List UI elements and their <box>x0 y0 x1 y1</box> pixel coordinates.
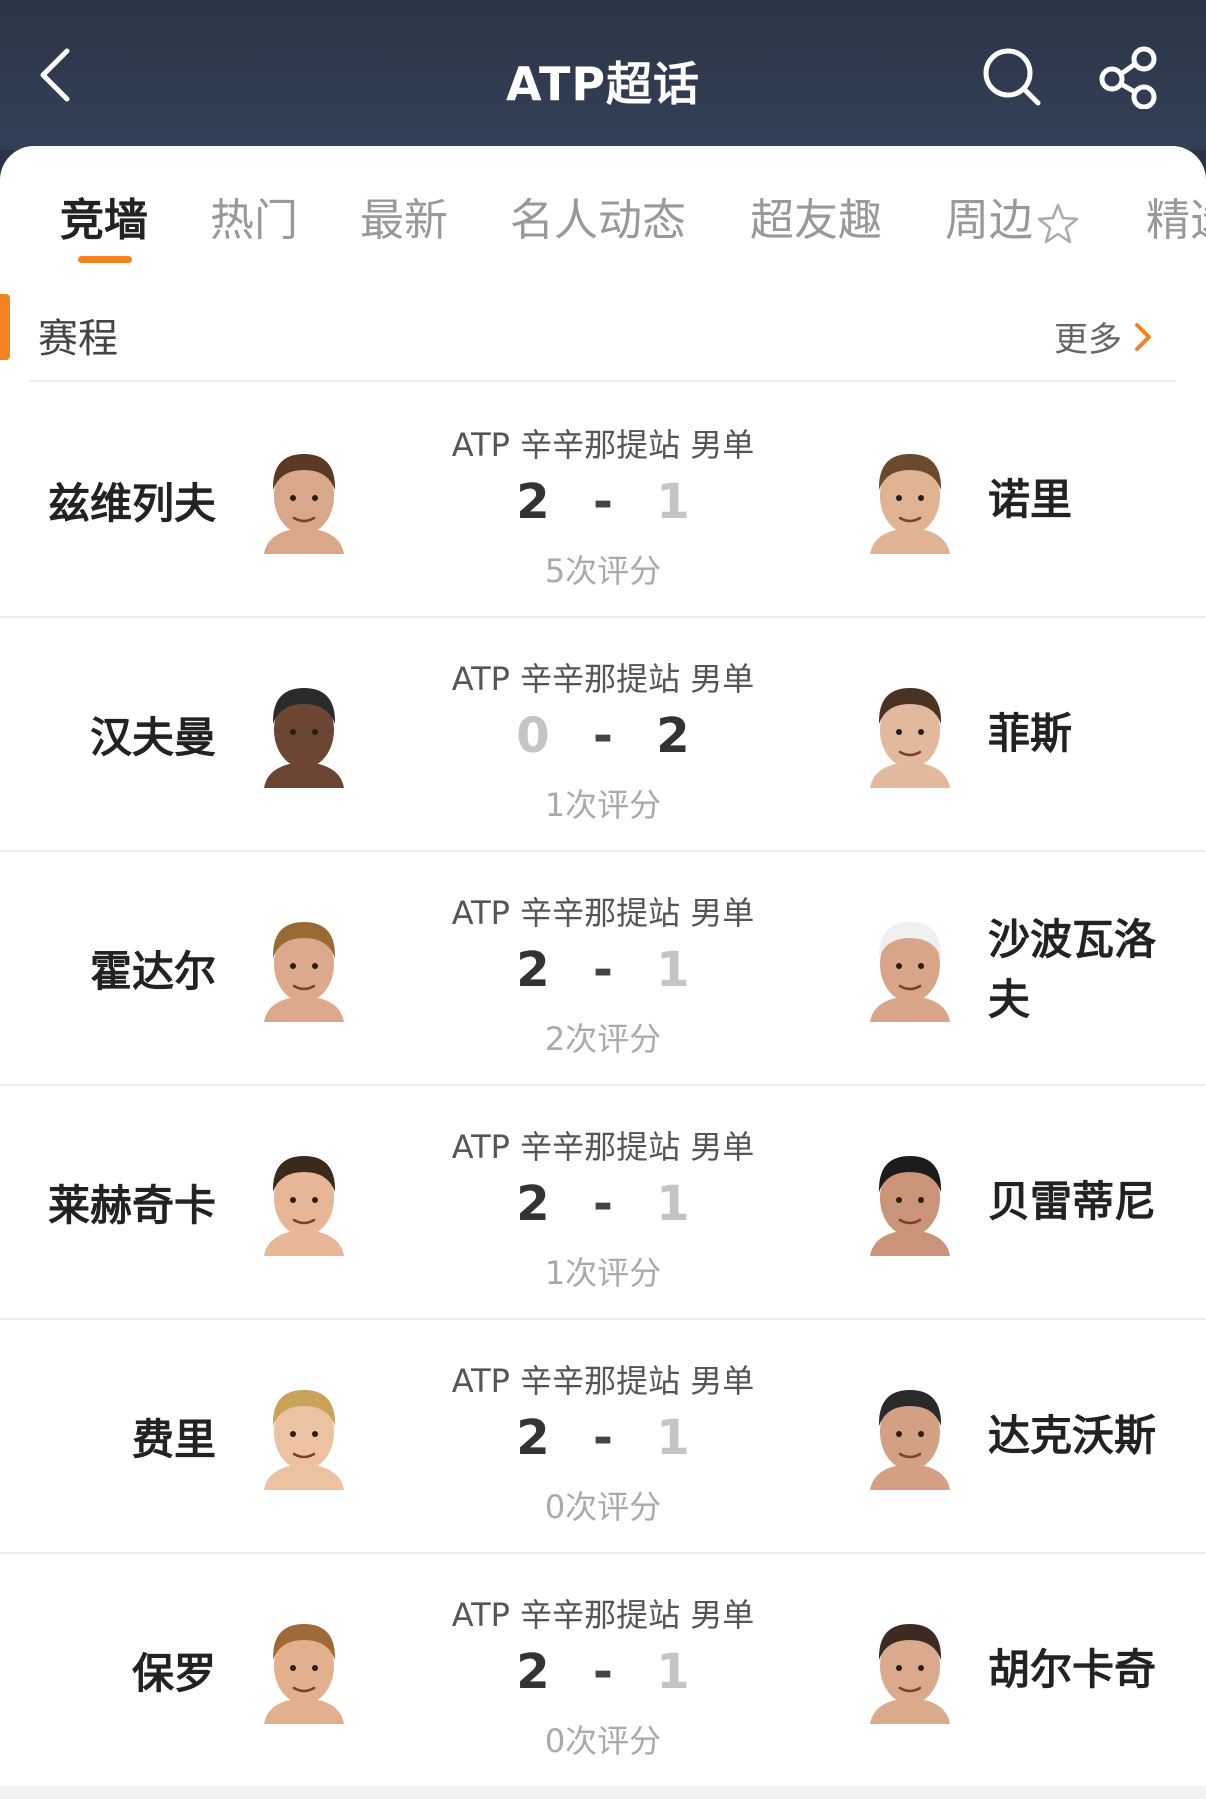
home-score: 2 <box>516 1644 550 1700</box>
tab-celebrity[interactable]: 名人动态 <box>510 184 686 248</box>
tab-jingqiang[interactable]: 竞墙 <box>60 184 148 248</box>
player-avatar[interactable] <box>864 678 956 788</box>
share-icon <box>1099 46 1157 110</box>
away-player-name[interactable]: 达克沃斯 <box>988 1406 1188 1466</box>
player-avatar[interactable] <box>864 912 956 1022</box>
rating-count: 0次评分 <box>544 1488 662 1526</box>
score-separator: - <box>593 1644 613 1700</box>
tab-hot[interactable]: 热门 <box>210 184 298 248</box>
tab-fun[interactable]: 超友趣 <box>750 184 882 248</box>
score-separator: - <box>593 474 613 530</box>
content-card: 竞墙 热门 最新 名人动态 超友趣 周边 精选 赛程 更多 兹维列夫ATP 辛辛… <box>0 146 1206 1799</box>
match-row[interactable]: 汉夫曼 ATP 辛辛那提站 男单 0-2 1次评分 菲斯 <box>0 618 1206 852</box>
share-button[interactable] <box>1098 45 1162 110</box>
more-label: 更多 <box>1054 320 1122 360</box>
away-player-name[interactable]: 胡尔卡奇 <box>988 1640 1188 1700</box>
match-event: ATP 辛辛那提站 男单 <box>451 1128 755 1166</box>
player-avatar[interactable] <box>864 444 956 554</box>
match-event: ATP 辛辛那提站 男单 <box>451 426 755 464</box>
score-separator: - <box>593 1410 613 1466</box>
away-score: 1 <box>656 1644 690 1700</box>
away-score: 1 <box>656 1176 690 1232</box>
match-row[interactable]: 霍达尔 ATP 辛辛那提站 男单 2-1 2次评分 沙波瓦洛夫 <box>0 852 1206 1086</box>
match-event: ATP 辛辛那提站 男单 <box>451 1362 755 1400</box>
home-score: 2 <box>516 474 550 530</box>
away-player-name[interactable]: 沙波瓦洛夫 <box>988 910 1188 1030</box>
player-avatar[interactable] <box>864 1146 956 1256</box>
tab-merch-label: 周边 <box>945 195 1033 246</box>
player-avatar[interactable] <box>864 1380 956 1490</box>
section-title: 赛程 <box>38 316 118 362</box>
tab-bar: 竞墙 热门 最新 名人动态 超友趣 周边 精选 <box>0 146 1206 266</box>
away-player-name[interactable]: 诺里 <box>988 470 1188 530</box>
more-link[interactable]: 更多 <box>1054 312 1154 361</box>
search-icon <box>983 48 1041 106</box>
away-score: 1 <box>656 942 690 998</box>
match-row[interactable]: 保罗 ATP 辛辛那提站 男单 2-1 0次评分 胡尔卡奇 <box>0 1554 1206 1788</box>
match-row[interactable]: 兹维列夫 ATP 辛辛那提站 男单 2-1 5次评分 诺里 <box>0 384 1206 618</box>
score-separator: - <box>593 708 613 764</box>
rating-count: 5次评分 <box>544 552 662 590</box>
away-score: 1 <box>656 474 690 530</box>
player-avatar[interactable] <box>864 1614 956 1724</box>
section-accent-bar <box>0 294 10 360</box>
home-score: 2 <box>516 1410 550 1466</box>
active-tab-indicator <box>78 256 132 263</box>
match-row[interactable]: 费里 ATP 辛辛那提站 男单 2-1 0次评分 达克沃斯 <box>0 1320 1206 1554</box>
top-bar: ATP超话 <box>0 0 1206 150</box>
away-score: 1 <box>656 1410 690 1466</box>
tab-featured[interactable]: 精选 <box>1146 184 1206 248</box>
away-player-name[interactable]: 菲斯 <box>988 704 1188 764</box>
home-score: 2 <box>516 942 550 998</box>
away-score: 2 <box>656 708 690 764</box>
rating-count: 1次评分 <box>544 1254 662 1292</box>
score-separator: - <box>593 1176 613 1232</box>
match-event: ATP 辛辛那提站 男单 <box>451 660 755 698</box>
score-separator: - <box>593 942 613 998</box>
rating-count: 0次评分 <box>544 1722 662 1760</box>
bottom-strip <box>0 1786 1206 1799</box>
divider <box>30 380 1176 382</box>
home-score: 2 <box>516 1176 550 1232</box>
tab-latest[interactable]: 最新 <box>360 184 448 248</box>
star-icon <box>1037 203 1079 244</box>
match-event: ATP 辛辛那提站 男单 <box>451 1596 755 1634</box>
rating-count: 1次评分 <box>544 786 662 824</box>
chevron-right-icon <box>1135 322 1151 351</box>
search-button[interactable] <box>980 45 1044 109</box>
match-row[interactable]: 莱赫奇卡 ATP 辛辛那提站 男单 2-1 1次评分 贝雷蒂尼 <box>0 1086 1206 1320</box>
tab-merch[interactable]: 周边 <box>945 184 1079 248</box>
home-score: 0 <box>516 708 550 764</box>
away-player-name[interactable]: 贝雷蒂尼 <box>988 1172 1188 1232</box>
